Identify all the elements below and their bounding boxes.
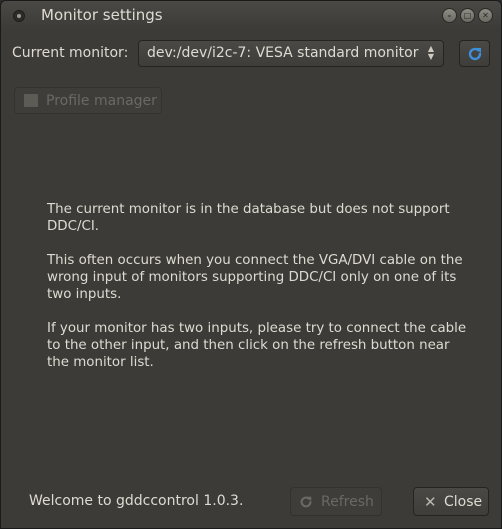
info-message: The current monitor is in the database b… [47,201,467,388]
refresh-button[interactable]: Refresh [290,487,382,516]
refresh-icon [468,47,482,61]
refresh-monitors-button[interactable] [459,40,490,67]
close-button-label: Close [444,494,483,510]
maximize-icon[interactable]: □ [460,8,475,23]
info-paragraph-1: The current monitor is in the database b… [47,202,450,234]
monitor-settings-window: Monitor settings – □ ✕ Current monitor: … [0,0,502,529]
window-title: Monitor settings [41,6,163,24]
status-text: Welcome to gddccontrol 1.0.3. [29,493,244,509]
monitor-select-value: dev:/dev/i2c-7: VESA standard monitor [147,45,419,61]
profile-manager-button[interactable]: Profile manager [14,87,162,114]
info-paragraph-3: If your monitor has two inputs, please t… [47,321,467,370]
minimize-icon[interactable]: – [442,8,457,23]
updown-chevron-icon: ▲ ▼ [427,44,435,61]
info-paragraph-2: This often occurs when you connect the V… [47,253,463,302]
current-monitor-label: Current monitor: [12,45,129,61]
app-menu-icon[interactable] [13,10,25,22]
titlebar: Monitor settings – □ ✕ [1,1,501,29]
refresh-button-label: Refresh [321,494,374,510]
close-icon: ✕ [424,493,437,511]
monitor-select[interactable]: dev:/dev/i2c-7: VESA standard monitor ▲ ▼ [138,40,444,67]
folder-icon [24,94,38,107]
refresh-icon [300,496,312,508]
close-window-icon[interactable]: ✕ [478,8,493,23]
close-button[interactable]: ✕ Close [413,487,489,516]
profile-manager-label: Profile manager [46,93,157,109]
